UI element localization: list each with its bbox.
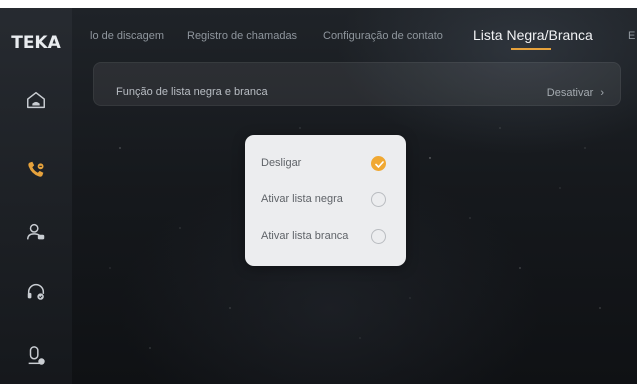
tab-black-white-list-label: Lista Negra/Branca [473, 27, 593, 43]
radio-unchecked-icon[interactable] [371, 192, 386, 207]
phone-icon [28, 161, 44, 177]
headset-icon [27, 284, 45, 300]
sidebar-item-headset[interactable] [24, 280, 48, 304]
mode-select-dialog: Desligar Ativar lista negra Ativar lista… [245, 135, 406, 266]
option-desligar[interactable]: Desligar [261, 153, 390, 175]
function-value: Desativar › [547, 87, 604, 99]
radio-checked-icon[interactable] [371, 156, 386, 171]
sidebar-item-voicemail[interactable] [24, 344, 48, 368]
sidebar-item-phone[interactable] [24, 158, 48, 182]
tab-next[interactable]: E [628, 30, 635, 42]
active-tab-indicator [511, 48, 551, 50]
sidebar-item-contacts[interactable] [24, 220, 48, 244]
radio-unchecked-icon[interactable] [371, 229, 386, 244]
home-phone-icon [27, 91, 45, 109]
sidebar-item-home-phone[interactable] [24, 88, 48, 112]
brand-logo: TEKA [11, 33, 61, 53]
option-label: Ativar lista branca [261, 230, 349, 242]
tab-dial[interactable]: lo de discagem [90, 30, 164, 42]
sidebar: TEKA [0, 8, 72, 384]
tab-contact-settings[interactable]: Configuração de contato [323, 30, 443, 42]
tab-call-log[interactable]: Registro de chamadas [187, 30, 297, 42]
screen: TEKA lo de discagem Registro de chamadas… [0, 8, 637, 384]
option-ativar-lista-branca[interactable]: Ativar lista branca [261, 226, 390, 248]
option-label: Ativar lista negra [261, 193, 343, 205]
option-label: Desligar [261, 157, 302, 169]
chevron-right-icon: › [600, 87, 604, 99]
tab-bar: lo de discagem Registro de chamadas Conf… [90, 8, 637, 50]
blacklist-function-row[interactable]: Função de lista negra e branca Desativar… [93, 62, 621, 106]
tab-black-white-list[interactable]: Lista Negra/Branca [473, 27, 593, 50]
contacts-icon [27, 223, 45, 240]
function-label: Função de lista negra e branca [116, 86, 268, 98]
option-ativar-lista-negra[interactable]: Ativar lista negra [261, 189, 390, 211]
function-value-text: Desativar [546, 87, 594, 99]
voicemail-icon [28, 346, 45, 365]
